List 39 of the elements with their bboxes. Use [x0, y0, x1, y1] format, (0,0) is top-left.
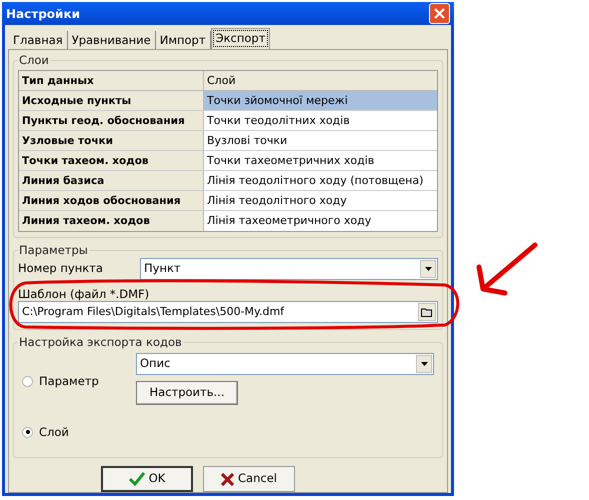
- group-title: Настройка экспорта кодов: [18, 335, 183, 349]
- window-title: Настройки: [6, 6, 80, 22]
- column-header: Слой: [204, 71, 437, 90]
- cross-icon: [221, 472, 234, 486]
- dropdown[interactable]: Опис: [136, 353, 434, 375]
- dropdown-button[interactable]: [416, 355, 432, 373]
- radio-button[interactable]: [22, 376, 33, 388]
- close-button[interactable]: [429, 3, 450, 24]
- configure-button[interactable]: Настроить...: [136, 381, 238, 405]
- tab[interactable]: Экспорт: [210, 28, 270, 49]
- check-icon: [128, 472, 145, 486]
- table-cell: Узловые точки: [19, 131, 204, 150]
- field-label: Номер пункта: [18, 260, 103, 278]
- table-cell: Линия базиса: [19, 171, 204, 190]
- file-path-field[interactable]: C:\Program Files\Digitals\Templates\500-My.dmf: [18, 301, 438, 323]
- table-cell: Линия ходов обоснования: [19, 191, 204, 210]
- folder-icon: [421, 307, 433, 317]
- radio-label: Параметр: [39, 373, 99, 390]
- table-cell[interactable]: Точки зйомочної мережі: [204, 91, 437, 110]
- group-title: Параметры: [18, 243, 89, 257]
- dropdown-button[interactable]: [420, 260, 436, 278]
- column-header: Тип данных: [19, 71, 204, 90]
- caret-icon: [424, 267, 432, 271]
- group-title: Слои: [18, 53, 50, 67]
- caret-icon: [420, 362, 428, 366]
- cancel-button[interactable]: Cancel: [203, 466, 295, 492]
- close-icon: [434, 8, 445, 19]
- table-cell: Исходные пункты: [19, 91, 204, 110]
- browse-button[interactable]: [418, 303, 436, 321]
- table-cell: Пункты геод. обоснования: [19, 111, 204, 130]
- table-cell: Линия тахеом. ходов: [19, 211, 204, 231]
- tab[interactable]: Уравнивание: [68, 31, 156, 49]
- table-cell: Точки тахеом. ходов: [19, 151, 204, 170]
- dropdown[interactable]: Пункт: [140, 258, 438, 280]
- radio-label: Слой: [39, 424, 69, 441]
- ok-button[interactable]: OK: [101, 466, 193, 492]
- field-label: Шаблон (файл *.DMF): [18, 287, 150, 301]
- tab[interactable]: Главная: [9, 31, 68, 49]
- radio-button[interactable]: [22, 426, 33, 438]
